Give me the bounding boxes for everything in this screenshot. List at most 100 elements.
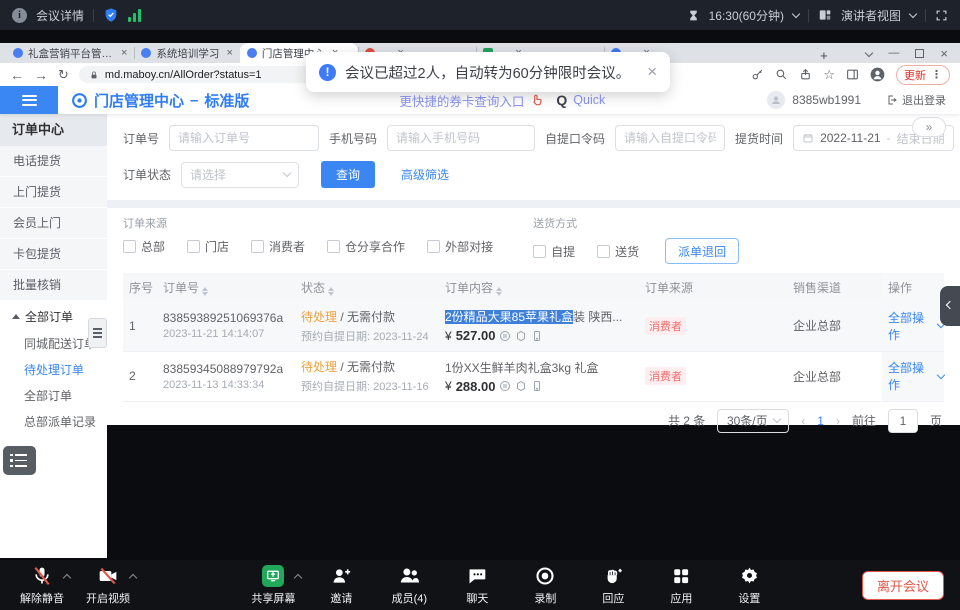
receipt-icon[interactable] [499,330,511,342]
chat-button[interactable]: 聊天 [451,565,503,606]
sidebar-collapse-handle[interactable] [88,318,107,348]
video-button[interactable]: 开启视频 [82,565,134,606]
meeting-info-icon[interactable]: i [12,8,27,23]
view-dropdown-icon[interactable] [909,9,917,17]
checkbox-icon[interactable] [597,245,610,258]
checkbox-source-hq[interactable]: 总部 [123,238,165,255]
all-actions-dropdown[interactable]: 全部操作 [888,309,944,343]
record-button[interactable]: 录制 [519,565,571,606]
checkbox-source-consumer[interactable]: 消费者 [251,238,305,255]
sort-icon[interactable] [328,287,334,296]
sidebar-item-door-pickup[interactable]: 上门提货 [0,177,107,208]
fullscreen-icon[interactable] [935,9,948,22]
leave-meeting-button[interactable]: 离开会议 [862,571,944,600]
new-tab-button[interactable]: + [814,48,834,63]
promo-link[interactable]: 更快捷的券卡查询入口 [399,91,524,110]
checkbox-delivery[interactable]: 送货 [597,243,639,260]
key-icon[interactable] [751,68,764,81]
update-button[interactable]: 更新 ⋮ [896,65,950,85]
caret-up-icon[interactable] [294,573,302,581]
forward-icon[interactable]: → [34,68,48,82]
window-close-icon[interactable]: × [940,46,948,61]
meeting-details-label[interactable]: 会议详情 [36,7,84,24]
sidebar-subitem-all-orders[interactable]: 全部订单 [0,383,107,409]
settings-button[interactable]: 设置 [723,565,775,606]
zoom-icon[interactable] [775,68,788,81]
current-page[interactable]: 1 [817,414,824,428]
sidebar-item-batch-verify[interactable]: 批量核销 [0,270,107,301]
tab-close-icon[interactable]: × [121,48,127,59]
checkbox-icon[interactable] [427,240,440,253]
next-page-button[interactable]: › [836,414,840,428]
sort-icon[interactable] [202,287,208,296]
apps-button[interactable]: 应用 [655,565,707,606]
dispatch-return-button[interactable]: 派单退回 [665,238,739,264]
share-icon[interactable] [799,68,812,81]
checkbox-source-warehouse-share[interactable]: 仓分享合作 [327,238,405,255]
all-actions-dropdown[interactable]: 全部操作 [888,359,944,393]
bookmark-star-icon[interactable]: ☆ [823,67,835,83]
quick-q-icon[interactable]: Q [556,92,567,108]
prev-page-button[interactable]: ‹ [801,414,805,428]
checkbox-icon[interactable] [251,240,264,253]
sidebar-item-phone-pickup[interactable]: 电话提货 [0,146,107,177]
profile-avatar-icon[interactable] [870,67,885,82]
side-panel-icon[interactable] [846,68,859,81]
share-screen-button[interactable]: 共享屏幕 [247,565,299,606]
tab-close-icon[interactable]: × [226,48,232,59]
search-button[interactable]: 查询 [321,161,375,188]
checkbox-self-pickup[interactable]: 自提 [533,243,575,260]
sidebar-item-member-visit[interactable]: 会员上门 [0,208,107,239]
caret-up-icon[interactable] [129,573,137,581]
sidebar-subitem-hq-dispatch-log[interactable]: 总部派单记录 [0,409,107,435]
expand-more-button[interactable]: » [912,117,946,137]
logout-button[interactable]: 退出登录 [886,92,946,108]
checkbox-icon[interactable] [327,240,340,253]
col-content[interactable]: 订单内容 [439,273,639,301]
tab-search-icon[interactable] [865,49,873,57]
checkbox-icon[interactable] [187,240,200,253]
invite-button[interactable]: 邀请 [315,565,367,606]
package-icon[interactable] [515,330,527,342]
checkbox-icon[interactable] [123,240,136,253]
annotation-tool-button[interactable] [3,446,36,475]
sidebar-subitem-pending-orders[interactable]: 待处理订单 [0,357,107,383]
col-status[interactable]: 状态 [295,273,439,301]
window-maximize-icon[interactable] [915,49,924,58]
advanced-filter-link[interactable]: 高级筛选 [401,166,449,183]
checkbox-icon[interactable] [533,245,546,258]
order-no-input[interactable] [169,125,319,151]
receipt-icon[interactable] [499,380,511,392]
quick-label[interactable]: Quick [573,93,605,107]
table-row[interactable]: 1 83859389251069376a 2023-11-21 14:14:07… [123,301,944,351]
phone-input[interactable] [387,125,535,151]
menu-toggle-button[interactable] [0,86,58,114]
caret-up-icon[interactable] [63,573,71,581]
browser-tab[interactable]: 礼盒营销平台管理中心 × [6,43,134,63]
window-minimize-icon[interactable]: — [888,47,899,59]
package-icon[interactable] [515,380,527,392]
shield-check-icon[interactable] [103,7,119,23]
reload-icon[interactable]: ↻ [58,68,69,81]
browser-tab[interactable]: 系统培训学习 × [134,43,239,63]
order-status-select[interactable]: 请选择 [181,162,299,188]
members-button[interactable]: 成员(4) [383,565,435,606]
pickup-code-input[interactable] [615,125,725,151]
right-drawer-handle[interactable] [940,286,960,326]
page-size-select[interactable]: 30条/页 [717,409,789,433]
sidebar-item-card-pickup[interactable]: 卡包提货 [0,239,107,270]
react-button[interactable]: 回应 [587,565,639,606]
phone-device-icon[interactable] [531,330,543,342]
mute-button[interactable]: 解除静音 [16,565,68,606]
kebab-menu-icon[interactable]: ⋮ [931,68,942,81]
timer-dropdown-icon[interactable] [792,9,800,17]
network-signal-icon[interactable] [128,9,141,22]
col-order-no[interactable]: 订单号 [157,273,295,301]
goto-page-input[interactable] [888,409,918,433]
sort-icon[interactable] [496,287,502,296]
table-row[interactable]: 2 83859345088979792a 2023-11-13 14:33:34… [123,351,944,401]
back-icon[interactable]: ← [10,68,24,82]
checkbox-source-external[interactable]: 外部对接 [427,238,493,255]
checkbox-source-store[interactable]: 门店 [187,238,229,255]
phone-device-icon[interactable] [531,380,543,392]
